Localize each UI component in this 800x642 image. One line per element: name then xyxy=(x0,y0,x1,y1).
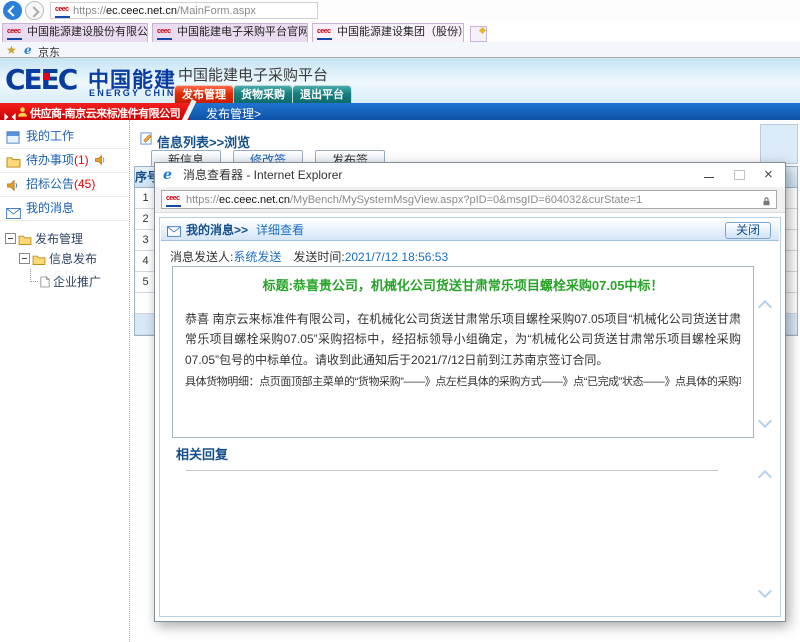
tab-close-icon[interactable]: × xyxy=(453,24,459,41)
sender-label: 消息发送人: xyxy=(170,250,233,264)
tab-favicon: ceec xyxy=(157,28,172,40)
logo-en-text: ENERGY CHINA xyxy=(89,88,184,98)
browser-tab-1[interactable]: ceec中国能源建设股份有限公司 xyxy=(2,23,148,42)
site-favicon: ceec xyxy=(166,195,181,207)
back-arrow-icon xyxy=(7,5,18,16)
message-detail-header: 我的消息>> 详细查看 关闭 xyxy=(161,220,779,241)
speaker-icon xyxy=(94,151,106,174)
sidebar-item-todo[interactable]: 待办事项(1) xyxy=(0,149,129,173)
breadcrumb-bar: 供应商-南京云来标准件有限公司 发布管理> xyxy=(0,103,800,120)
envelope-icon xyxy=(6,204,21,227)
popup-content: 我的消息>> 详细查看 关闭 消息发送人:系统发送发送时间:2021/7/12 … xyxy=(159,217,781,617)
sidebar: 我的工作 待办事项(1) 招标公告(45) 我的消息 发布管理 xyxy=(0,120,130,642)
panel-title: 信息列表>>浏览 xyxy=(157,132,250,151)
platform-title: 中国能建电子采购平台 xyxy=(178,64,328,85)
tree-collapse-icon[interactable] xyxy=(19,253,30,264)
close-window-button[interactable] xyxy=(755,163,783,187)
sender-row: 消息发送人:系统发送发送时间:2021/7/12 18:56:53 xyxy=(170,248,448,265)
favorites-bar: ★ e 京东 xyxy=(0,42,800,58)
breadcrumb-my-messages: 我的消息>> xyxy=(186,220,248,240)
address-bar[interactable]: ceechttps://ec.ceec.net.cn/MainForm.aspx xyxy=(50,2,318,19)
lock-icon xyxy=(762,195,771,209)
new-tab-button[interactable] xyxy=(470,26,487,42)
time-label: 发送时间: xyxy=(293,250,344,264)
message-viewer-window: e 消息查看器 - Internet Explorer ceechttps://… xyxy=(154,162,786,622)
browser-tab-2[interactable]: ceec中国能建电子采购平台官网 xyxy=(152,23,308,42)
minimize-button[interactable] xyxy=(695,163,723,187)
folder-icon xyxy=(18,231,32,251)
ie-shortcut-icon: e xyxy=(24,43,32,57)
forward-button[interactable] xyxy=(25,1,44,20)
panel-corner-decoration xyxy=(760,124,798,164)
sidebar-item-my-work[interactable]: 我的工作 xyxy=(0,125,129,149)
maximize-button[interactable] xyxy=(725,163,753,187)
tab-favicon: ceec xyxy=(317,28,332,40)
scroll-up-icon[interactable] xyxy=(758,300,772,314)
message-title: 标题:恭喜贵公司，机械化公司货送甘肃常乐项目螺栓采购07.05中标！ xyxy=(185,275,741,294)
tree-connector xyxy=(30,269,38,282)
popup-title-bar[interactable]: e 消息查看器 - Internet Explorer xyxy=(155,163,785,187)
memo-icon xyxy=(140,132,153,150)
browser-tab-3-active[interactable]: ceec中国能源建设集团（股份）… × xyxy=(312,23,464,42)
nav-tab-publish[interactable]: 发布管理 xyxy=(174,85,234,103)
maximize-icon xyxy=(734,170,745,180)
popup-address-bar[interactable]: ceechttps://ec.ceec.net.cn/MyBench/MySys… xyxy=(161,190,777,209)
message-body-box: 标题:恭喜贵公司，机械化公司货送甘肃常乐项目螺栓采购07.05中标！ 恭喜 南京… xyxy=(172,266,754,438)
site-favicon: ceec xyxy=(55,6,70,18)
message-body-detail: 具体货物明细：点页面顶部主菜单的“货物采购”——》点左栏具体的采购方式——》点“… xyxy=(185,373,741,389)
popup-address-row: ceechttps://ec.ceec.net.cn/MyBench/MySys… xyxy=(155,187,785,213)
ie-icon: e xyxy=(163,167,172,183)
site-header: CEEC 中国能建 ENERGY CHINA 中国能建电子采购平台 发布管理 货… xyxy=(0,58,800,103)
mail-icon xyxy=(167,224,181,242)
divider xyxy=(186,470,718,471)
nav-tab-goods[interactable]: 货物采购 xyxy=(233,85,293,103)
popup-window-title: 消息查看器 - Internet Explorer xyxy=(183,163,342,187)
tree-node-info-publish[interactable]: 信息发布 xyxy=(0,249,129,269)
scroll-down-icon[interactable] xyxy=(758,584,772,598)
sender-value[interactable]: 系统发送 xyxy=(233,250,281,264)
sidebar-item-my-messages[interactable]: 我的消息 xyxy=(0,197,129,221)
message-body: 恭喜 南京云来标准件有限公司，在机械化公司货送甘肃常乐项目螺栓采购07.05项目… xyxy=(185,309,741,370)
browser-toolbar: ceechttps://ec.ceec.net.cn/MainForm.aspx xyxy=(0,0,800,22)
tree-node-publish-mgmt[interactable]: 发布管理 xyxy=(0,229,129,249)
nav-tab-exit[interactable]: 退出平台 xyxy=(292,85,352,103)
related-replies-title: 相关回复 xyxy=(176,444,228,463)
minimize-icon xyxy=(704,177,714,178)
watermark: GC43783 xyxy=(44,268,95,282)
tab-favicon: ceec xyxy=(7,28,22,40)
ceec-logo: CEEC xyxy=(5,63,76,96)
time-value: 2021/7/12 18:56:53 xyxy=(345,250,448,264)
screen: ceechttps://ec.ceec.net.cn/MainForm.aspx… xyxy=(0,0,800,642)
forward-arrow-icon xyxy=(28,6,39,17)
scroll-down-icon[interactable] xyxy=(758,414,772,428)
breadcrumb-detail-view: 详细查看 xyxy=(256,220,304,240)
favorites-star-icon[interactable]: ★ xyxy=(6,43,17,57)
browser-tab-bar: ceec中国能源建设股份有限公司 ceec中国能建电子采购平台官网 ceec中国… xyxy=(0,22,800,42)
close-button[interactable]: 关闭 xyxy=(725,222,771,239)
new-tab-sparkle-icon xyxy=(479,27,486,34)
back-button[interactable] xyxy=(3,1,22,20)
logo-red-accent xyxy=(43,73,50,80)
supplier-name: 供应商-南京云来标准件有限公司 xyxy=(30,105,180,121)
tree-collapse-icon[interactable] xyxy=(5,233,16,244)
sidebar-item-tender-notice[interactable]: 招标公告(45) xyxy=(0,173,129,197)
scroll-up-icon[interactable] xyxy=(758,470,772,484)
